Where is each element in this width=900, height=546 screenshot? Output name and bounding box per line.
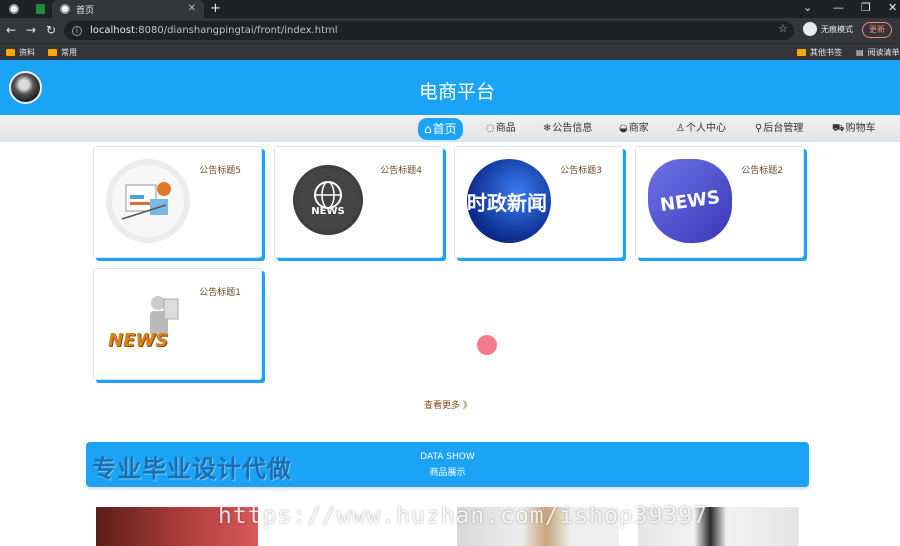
nav-cart[interactable]: ⛟购物车 xyxy=(832,120,876,138)
reload-icon[interactable]: ↻ xyxy=(46,23,56,37)
folder-icon xyxy=(6,49,15,56)
news-title: 公告标题5 xyxy=(199,166,241,176)
nav-label: 公告信息 xyxy=(552,123,593,134)
bookmark-label: 阅读清单 xyxy=(867,48,900,57)
back-icon[interactable]: ← xyxy=(6,23,16,37)
nav-merchants[interactable]: ◒商家 xyxy=(619,120,649,138)
nav-label: 后台管理 xyxy=(763,123,804,134)
news-title: 公告标题2 xyxy=(741,166,783,176)
news-card[interactable]: NEWS 公告标题2 xyxy=(635,146,804,258)
site-header: 电商平台 xyxy=(0,60,900,115)
news-title: 公告标题3 xyxy=(560,166,602,176)
globe-news-icon: NEWS xyxy=(293,165,363,235)
minimize-icon[interactable]: — xyxy=(833,1,844,14)
sheets-icon xyxy=(35,4,45,14)
nav-label: 首页 xyxy=(432,122,457,136)
nav-home[interactable]: ⌂首页 xyxy=(418,118,463,140)
folder-icon xyxy=(797,49,806,56)
globe-icon xyxy=(60,4,70,14)
news-figure-icon: NEWS xyxy=(106,281,190,365)
user-icon: ♙ xyxy=(676,123,685,134)
news-card[interactable]: NEWS 公告标题4 xyxy=(274,146,443,258)
nav-label: 个人中心 xyxy=(685,123,726,134)
url-field[interactable]: i localhost:8080/dianshangpingtai/front/… xyxy=(64,21,794,40)
thumb-text: 时政新闻 xyxy=(467,190,547,215)
site-info-icon[interactable]: i xyxy=(72,25,82,36)
close-window-icon[interactable]: ✕ xyxy=(888,1,897,14)
news-broadcast-icon: 时政新闻 xyxy=(467,159,551,243)
product-icon: ◌ xyxy=(486,123,495,134)
news-title: 公告标题4 xyxy=(380,166,422,176)
thumb-text: NEWS xyxy=(658,186,722,216)
bookmark-star-icon[interactable]: ☆ xyxy=(778,22,788,35)
bookmark-label: 资料 xyxy=(19,48,35,57)
nav-profile[interactable]: ♙个人中心 xyxy=(676,120,726,138)
new-tab-icon[interactable]: + xyxy=(210,1,221,16)
news-card[interactable]: 公告标题5 xyxy=(93,146,262,258)
browser-tab-bar: 首页 ✕ + ⌄ — ❐ ✕ xyxy=(0,0,900,18)
incognito-indicator[interactable]: 无痕模式 xyxy=(803,22,853,36)
tab-title: 首页 xyxy=(76,5,95,16)
watermark-text: https://www.huzhan.com/ishop39397 xyxy=(218,503,708,529)
thumb-text: NEWS xyxy=(108,330,169,351)
site-title: 电商平台 xyxy=(418,81,495,103)
product-section-banner: 专业毕业设计代做 DATA SHOW 商品展示 xyxy=(86,442,809,487)
nav-admin[interactable]: ⚲后台管理 xyxy=(755,120,803,138)
bookmark-folder[interactable]: 资料 xyxy=(6,47,35,58)
globe-icon xyxy=(9,4,19,14)
cart-icon: ⛟ xyxy=(832,123,845,134)
forward-icon[interactable]: → xyxy=(26,23,36,37)
folder-icon xyxy=(48,49,57,56)
tab-search-icon[interactable]: ⌄ xyxy=(803,1,812,14)
banner-subtitle-zh: 商品展示 xyxy=(429,468,466,478)
link-icon: ⚲ xyxy=(755,123,763,134)
url-path: :8080/dianshangpingtai/front/index.html xyxy=(134,25,338,36)
tab-globe[interactable] xyxy=(0,0,28,18)
nav-products[interactable]: ◌商品 xyxy=(486,120,516,138)
nav-label: 商家 xyxy=(628,123,649,134)
incognito-label: 无痕模式 xyxy=(821,24,853,34)
news-title: 公告标题1 xyxy=(199,288,241,298)
bookmark-folder[interactable]: 常用 xyxy=(48,47,77,58)
restore-icon[interactable]: ❐ xyxy=(861,1,871,14)
bookmark-folder[interactable]: 其他书签 xyxy=(797,47,842,58)
news-apple-icon: NEWS xyxy=(648,159,732,243)
newspaper-illustration xyxy=(121,182,171,220)
merchant-icon: ◒ xyxy=(619,123,628,134)
news-card[interactable]: 时政新闻 公告标题3 xyxy=(454,146,623,258)
newspaper-icon xyxy=(106,159,190,243)
nav-label: 购物车 xyxy=(845,123,876,134)
notice-icon: ❄ xyxy=(543,123,552,134)
page-content: 电商平台 ⌂首页 ◌商品 ❄公告信息 ◒商家 ♙个人中心 ⚲后台管理 ⛟购物车 … xyxy=(0,60,900,546)
bookmark-label: 常用 xyxy=(61,48,77,57)
thumb-text: NEWS xyxy=(311,205,345,217)
banner-subtitle-en: DATA SHOW xyxy=(420,452,475,462)
bookmarks-bar: 资料 常用 其他书签 ▤ 阅读清单 xyxy=(0,43,900,60)
nav-notices[interactable]: ❄公告信息 xyxy=(543,120,592,138)
address-toolbar: ← → ↻ i localhost:8080/dianshangpingtai/… xyxy=(0,18,900,43)
url-host: localhost xyxy=(90,25,135,36)
tab-home[interactable]: 首页 ✕ xyxy=(52,0,204,18)
reading-list[interactable]: ▤ 阅读清单 xyxy=(856,47,900,58)
update-button[interactable]: 更新 xyxy=(862,22,892,38)
incognito-icon xyxy=(803,22,817,36)
nav-label: 商品 xyxy=(495,123,516,134)
news-card[interactable]: NEWS 公告标题1 xyxy=(93,268,262,380)
close-tab-icon[interactable]: ✕ xyxy=(188,3,196,14)
home-icon: ⌂ xyxy=(424,122,432,136)
view-more-link[interactable]: 查看更多 》 xyxy=(424,398,472,411)
mouse-cursor-highlight xyxy=(477,335,497,355)
reading-list-icon: ▤ xyxy=(856,48,864,57)
bookmark-label: 其他书签 xyxy=(810,48,842,57)
main-nav: ⌂首页 ◌商品 ❄公告信息 ◒商家 ♙个人中心 ⚲后台管理 ⛟购物车 xyxy=(0,115,900,142)
tab-sheets[interactable] xyxy=(28,0,52,18)
